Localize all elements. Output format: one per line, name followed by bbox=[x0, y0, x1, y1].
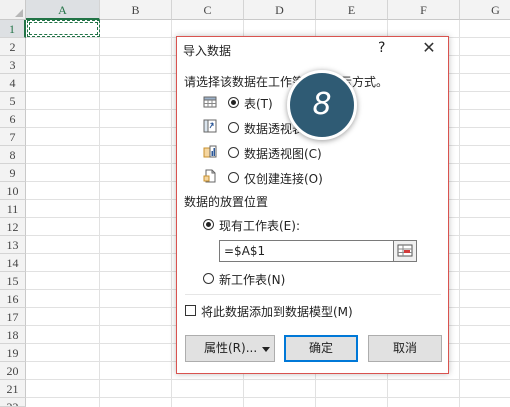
properties-button[interactable]: 属性(R)... bbox=[185, 335, 275, 362]
row-header-2[interactable]: 2 bbox=[0, 38, 26, 56]
table-radio[interactable] bbox=[228, 97, 239, 108]
divider bbox=[185, 294, 441, 295]
row-header-21[interactable]: 21 bbox=[0, 380, 26, 398]
column-header-g[interactable]: G bbox=[460, 0, 510, 20]
add-to-model-label[interactable]: 将此数据添加到数据模型(M) bbox=[201, 303, 353, 320]
new-sheet-label[interactable]: 新工作表(N) bbox=[219, 271, 285, 288]
view-prompt: 请选择该数据在工作簿中的显示方式。 bbox=[184, 75, 389, 89]
selected-cell-a1[interactable] bbox=[27, 20, 100, 37]
select-all-corner[interactable] bbox=[0, 0, 26, 20]
row-header-10[interactable]: 10 bbox=[0, 182, 26, 200]
row-header-5[interactable]: 5 bbox=[0, 92, 26, 110]
cell-reference-input[interactable]: =$A$1 bbox=[219, 240, 417, 262]
column-header-f[interactable]: F bbox=[388, 0, 460, 20]
row-header-16[interactable]: 16 bbox=[0, 290, 26, 308]
row-header-3[interactable]: 3 bbox=[0, 56, 26, 74]
row-header-1[interactable]: 1 bbox=[0, 20, 26, 38]
existing-sheet-label[interactable]: 现有工作表(E): bbox=[219, 217, 300, 234]
row-header-9[interactable]: 9 bbox=[0, 164, 26, 182]
column-header-d[interactable]: D bbox=[244, 0, 316, 20]
row-header-17[interactable]: 17 bbox=[0, 308, 26, 326]
pivot-chart-radio-label[interactable]: 数据透视图(C) bbox=[244, 145, 322, 162]
placement-heading: 数据的放置位置 bbox=[184, 195, 269, 209]
row-header-13[interactable]: 13 bbox=[0, 236, 26, 254]
pivot-chart-radio[interactable] bbox=[228, 147, 239, 158]
column-header-e[interactable]: E bbox=[316, 0, 388, 20]
gridline bbox=[26, 379, 510, 380]
cell-reference-value: =$A$1 bbox=[224, 244, 266, 258]
properties-button-label: 属性(R)... bbox=[204, 341, 258, 355]
pivot-table-icon bbox=[203, 119, 217, 133]
gridline bbox=[459, 20, 460, 407]
existing-sheet-radio[interactable] bbox=[203, 219, 214, 230]
row-header-14[interactable]: 14 bbox=[0, 254, 26, 272]
add-to-model-checkbox[interactable] bbox=[185, 305, 196, 316]
row-header-6[interactable]: 6 bbox=[0, 110, 26, 128]
connection-only-radio[interactable] bbox=[228, 172, 239, 183]
row-header-7[interactable]: 7 bbox=[0, 128, 26, 146]
row-header-4[interactable]: 4 bbox=[0, 74, 26, 92]
connection-only-icon bbox=[203, 169, 216, 183]
row-header-20[interactable]: 20 bbox=[0, 362, 26, 380]
dialog-title: 导入数据 bbox=[183, 44, 232, 58]
table-radio-label[interactable]: 表(T) bbox=[244, 95, 273, 112]
pivot-chart-icon bbox=[203, 145, 217, 158]
range-select-icon[interactable] bbox=[393, 240, 417, 262]
row-header-22[interactable]: 22 bbox=[0, 398, 26, 407]
column-header-c[interactable]: C bbox=[172, 0, 244, 20]
row-header-19[interactable]: 19 bbox=[0, 344, 26, 362]
row-header-11[interactable]: 11 bbox=[0, 200, 26, 218]
cancel-button[interactable]: 取消 bbox=[368, 335, 442, 362]
ok-button[interactable]: 确定 bbox=[284, 335, 358, 362]
row-header-8[interactable]: 8 bbox=[0, 146, 26, 164]
gridline bbox=[26, 397, 510, 398]
gridline bbox=[171, 20, 172, 407]
column-header-a[interactable]: A bbox=[26, 0, 100, 20]
new-sheet-radio[interactable] bbox=[203, 273, 214, 284]
row-header-12[interactable]: 12 bbox=[0, 218, 26, 236]
connection-only-radio-label[interactable]: 仅创建连接(O) bbox=[244, 170, 323, 187]
close-button[interactable]: ✕ bbox=[417, 37, 441, 59]
help-button[interactable]: ? bbox=[378, 40, 385, 56]
gridline bbox=[99, 20, 100, 407]
table-icon bbox=[203, 96, 217, 108]
dropdown-caret-icon bbox=[262, 347, 270, 352]
row-header-18[interactable]: 18 bbox=[0, 326, 26, 344]
row-header-15[interactable]: 15 bbox=[0, 272, 26, 290]
column-header-b[interactable]: B bbox=[100, 0, 172, 20]
pivot-table-radio[interactable] bbox=[228, 122, 239, 133]
step-number-badge: 8 bbox=[287, 70, 357, 140]
